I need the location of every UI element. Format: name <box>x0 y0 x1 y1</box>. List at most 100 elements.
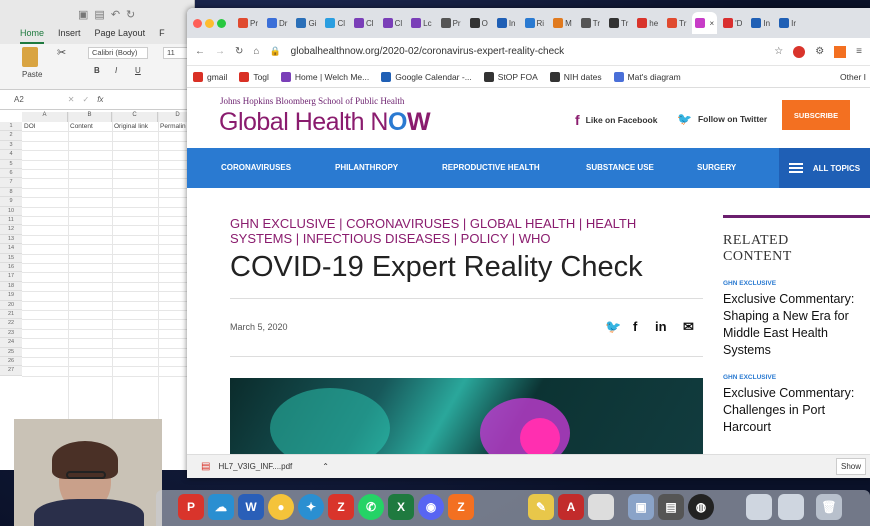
window-thumbnail[interactable] <box>746 494 772 520</box>
tab-home[interactable]: Home <box>20 28 45 44</box>
row-header[interactable]: 11 <box>0 216 22 226</box>
paste-icon[interactable] <box>22 47 38 67</box>
back-icon[interactable]: ← <box>195 46 205 57</box>
email-share-icon[interactable]: ✉ <box>683 319 694 335</box>
confirm-icon[interactable]: ✓ <box>83 95 90 104</box>
row-header[interactable]: 16 <box>0 263 22 273</box>
bookmark-item[interactable]: gmail <box>193 71 227 82</box>
row-header[interactable]: 6 <box>0 169 22 179</box>
italic-button[interactable]: I <box>115 66 117 75</box>
nav-reproductive-health[interactable]: REPRODUCTIVE HEALTH <box>442 163 540 172</box>
close-tab-icon[interactable]: × <box>709 19 714 28</box>
all-topics-button[interactable]: ALL TOPICS <box>779 148 870 188</box>
row-header[interactable]: 25 <box>0 347 22 357</box>
chevron-up-icon[interactable]: ⌃ <box>322 462 329 471</box>
nav-coronaviruses[interactable]: CORONAVIRUSES <box>221 163 291 172</box>
tab-insert[interactable]: Insert <box>58 28 81 44</box>
bookmark-item[interactable]: StOP FOA <box>483 71 538 82</box>
row-header[interactable]: 18 <box>0 281 22 292</box>
close-window-button[interactable] <box>193 18 202 28</box>
row-header[interactable]: 15 <box>0 253 22 263</box>
extension-icon[interactable] <box>834 45 847 58</box>
column-header[interactable]: B <box>68 112 112 122</box>
subscribe-button[interactable]: SUBSCRIBE <box>782 100 850 130</box>
browser-tab[interactable]: In <box>748 12 773 34</box>
bookmark-item[interactable]: Mat's diagram <box>613 71 681 82</box>
row-header[interactable]: 5 <box>0 159 22 169</box>
browser-tab[interactable]: 'D <box>720 12 745 34</box>
browser-tab[interactable]: In <box>494 12 519 34</box>
excel-icon[interactable]: X <box>388 494 414 520</box>
cloud-icon[interactable]: ☁ <box>208 494 234 520</box>
window-thumbnail[interactable] <box>778 494 804 520</box>
extension-icon[interactable] <box>793 45 806 58</box>
row-header[interactable]: 3 <box>0 140 22 151</box>
url-field[interactable]: globalhealthnow.org/2020-02/coronavirus-… <box>291 46 565 57</box>
row-header[interactable]: 12 <box>0 225 22 235</box>
home-icon[interactable]: ⌂ <box>253 46 259 57</box>
cell[interactable]: DOI <box>24 123 68 130</box>
spreadsheet-grid[interactable]: A B C D 1 2 3 4 5 6 7 8 9 10 11 12 13 14 15 16 17 18 19 20 21 22 2… <box>0 112 199 470</box>
browser-tab[interactable]: × <box>692 12 718 34</box>
row-header[interactable]: 8 <box>0 187 22 198</box>
menu-icon[interactable]: ≡ <box>856 46 862 57</box>
browser-tab[interactable]: Pr <box>438 12 464 34</box>
word-icon[interactable]: W <box>238 494 264 520</box>
bold-button[interactable]: B <box>94 66 100 75</box>
other-bookmarks-folder[interactable]: Other I <box>840 72 866 82</box>
row-header[interactable]: 1 <box>0 122 22 132</box>
discord-icon[interactable]: ◉ <box>418 494 444 520</box>
print-icon[interactable]: ▤ <box>94 8 104 21</box>
bookmark-star-icon[interactable]: ☆ <box>774 46 783 57</box>
browser-tab[interactable]: Ir <box>776 12 799 34</box>
row-header[interactable]: 23 <box>0 328 22 339</box>
obs-icon[interactable]: ◍ <box>688 494 714 520</box>
powerpoint-icon[interactable]: P <box>178 494 204 520</box>
browser-window[interactable]: Pr Dr Gi Cl Cl Cl Lc Pr O In Ri M Tr Tr he Tr × 'D In Ir ← … <box>187 8 870 478</box>
undo-icon[interactable]: ↶ <box>111 8 120 21</box>
row-header[interactable]: 4 <box>0 150 22 160</box>
underline-button[interactable]: U <box>135 66 141 75</box>
linkedin-share-icon[interactable]: in <box>655 319 667 334</box>
nav-substance-use[interactable]: SUBSTANCE USE <box>586 163 654 172</box>
tab-page-layout[interactable]: Page Layout <box>95 28 146 44</box>
cancel-icon[interactable]: ✕ <box>68 95 75 104</box>
twitter-share-icon[interactable]: 🐦 <box>605 319 621 335</box>
row-header[interactable]: 7 <box>0 178 22 188</box>
bookmark-item[interactable]: Home | Welch Me... <box>280 71 369 82</box>
safari-icon[interactable]: ✦ <box>298 494 324 520</box>
related-tag[interactable]: GHN EXCLUSIVE <box>723 280 776 287</box>
browser-tab[interactable]: Tr <box>606 12 631 34</box>
bookmark-item[interactable]: Togl <box>239 71 269 82</box>
preview-icon[interactable]: ▣ <box>628 494 654 520</box>
show-all-button[interactable]: Show <box>835 458 866 475</box>
related-link[interactable]: Exclusive Commentary: Challenges in Port… <box>723 385 870 436</box>
row-header[interactable]: 2 <box>0 131 22 141</box>
document-icon[interactable] <box>588 494 614 520</box>
site-logo[interactable]: Global Health NOW <box>219 108 431 137</box>
row-header[interactable]: 24 <box>0 338 22 348</box>
maximize-window-button[interactable] <box>217 18 226 28</box>
row-header[interactable]: 14 <box>0 244 22 254</box>
column-header[interactable]: C <box>112 112 158 122</box>
browser-tab[interactable]: he <box>634 12 661 34</box>
acrobat-icon[interactable]: A <box>558 494 584 520</box>
excel-window[interactable]: ▣ ▤ ↶ ↻ Home Insert Page Layout F Paste … <box>0 0 199 470</box>
reload-icon[interactable]: ↻ <box>235 46 243 57</box>
row-header[interactable]: 20 <box>0 300 22 310</box>
tab-more[interactable]: F <box>159 28 165 44</box>
browser-tab[interactable]: Tr <box>664 12 689 34</box>
cut-icon[interactable]: ✂ <box>57 46 66 59</box>
browser-tab[interactable]: Cl <box>380 12 406 34</box>
related-tag[interactable]: GHN EXCLUSIVE <box>723 374 776 381</box>
font-name-select[interactable]: Calibri (Body) <box>88 47 148 59</box>
browser-tab[interactable]: Gi <box>293 12 319 34</box>
row-header[interactable]: 13 <box>0 234 22 245</box>
browser-tab[interactable]: M <box>550 12 575 34</box>
row-header[interactable]: 22 <box>0 319 22 329</box>
nav-philanthropy[interactable]: PHILANTHROPY <box>335 163 398 172</box>
row-header[interactable]: 10 <box>0 206 22 216</box>
trash-icon[interactable]: 🗑 <box>816 494 842 520</box>
zeplin-icon[interactable]: Z <box>448 494 474 520</box>
browser-tab[interactable]: Cl <box>351 12 377 34</box>
